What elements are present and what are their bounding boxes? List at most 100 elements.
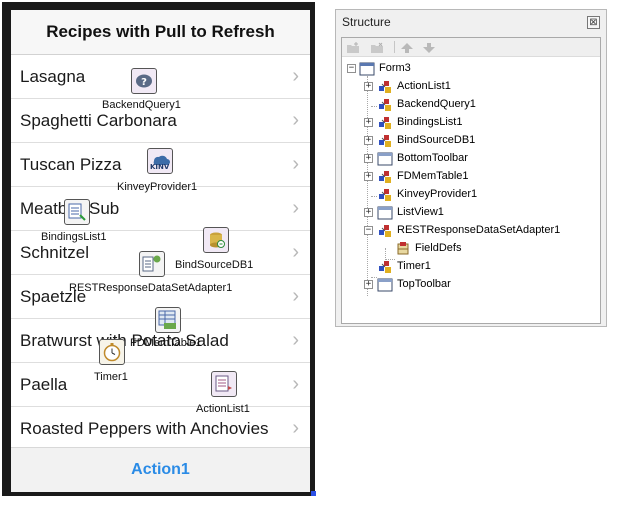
list-item[interactable]: Roasted Peppers with Anchovies › <box>11 407 310 451</box>
arrow-down-icon[interactable] <box>422 41 436 53</box>
list-item-label: Roasted Peppers with Anchovies <box>20 419 269 438</box>
list-item[interactable]: Meatball Sub › <box>11 187 310 231</box>
selection-handle[interactable] <box>311 491 316 496</box>
tree-node-label: FDMemTable1 <box>397 170 469 182</box>
tree-node-fielddefs[interactable]: FieldDefs <box>342 240 600 258</box>
svg-text:?: ? <box>141 77 147 88</box>
tree-node-label: ListView1 <box>397 206 444 218</box>
component-label: BindingsList1 <box>41 231 107 243</box>
kinvey-badge: KINV <box>150 163 170 171</box>
action1-button[interactable]: Action1 <box>11 461 310 479</box>
chevron-right-icon: › <box>292 417 299 439</box>
list-item-label: Tuscan Pizza <box>20 155 122 174</box>
structure-pane: Structure ⊠ − Form3 + ActionList1 Backen… <box>335 9 607 327</box>
control-icon <box>377 151 393 167</box>
expand-toggle[interactable]: + <box>364 280 373 289</box>
structure-toolbar <box>342 38 600 57</box>
tree-node-label: FieldDefs <box>415 242 462 254</box>
expand-toggle[interactable]: + <box>364 82 373 91</box>
component-label: KinveyProvider1 <box>117 181 198 193</box>
rest-adapter-icon <box>139 251 165 277</box>
component-label: BackendQuery1 <box>102 99 181 111</box>
component-icon <box>377 79 393 95</box>
memtable-icon <box>155 307 181 333</box>
chevron-right-icon: › <box>292 373 299 395</box>
expand-toggle[interactable]: + <box>364 172 373 181</box>
component-icon <box>377 133 393 149</box>
tree-node-fdmemtable1[interactable]: + FDMemTable1 <box>342 168 600 186</box>
component-label: BindSourceDB1 <box>175 259 254 271</box>
tree-node-toptoolbar[interactable]: + TopToolbar <box>342 276 600 294</box>
expand-toggle[interactable]: + <box>364 118 373 127</box>
tree-node-label: TopToolbar <box>397 278 451 290</box>
close-icon[interactable]: ⊠ <box>587 16 600 29</box>
tree-node-label: Timer1 <box>397 260 431 272</box>
chevron-right-icon: › <box>292 329 299 351</box>
structure-title: Structure <box>342 15 391 29</box>
chevron-right-icon: › <box>292 65 299 87</box>
tree-node-label: RESTResponseDataSetAdapter1 <box>397 224 561 236</box>
component-label: Timer1 <box>94 371 128 383</box>
expand-toggle[interactable]: − <box>364 226 373 235</box>
bindings-list-icon <box>64 199 90 225</box>
tree-node-label: BindSourceDB1 <box>397 134 476 146</box>
list-item[interactable]: Paella › <box>11 363 310 407</box>
tree-node-restresponsedatasetadapter1[interactable]: − RESTResponseDataSetAdapter1 <box>342 222 600 240</box>
component-icon <box>377 169 393 185</box>
toolbar-separator <box>394 41 395 53</box>
chevron-right-icon: › <box>292 197 299 219</box>
list-item-label: Lasagna <box>20 67 86 86</box>
stopwatch-icon <box>99 339 125 365</box>
component-icon <box>377 259 393 275</box>
action-list-icon <box>211 371 237 397</box>
component-icon <box>377 187 393 203</box>
cloud-icon: KINV <box>147 148 173 174</box>
bind-source-icon <box>203 227 229 253</box>
new-folder-icon[interactable] <box>346 41 360 53</box>
tree-node-label: Form3 <box>379 62 411 74</box>
tree-node-label: KinveyProvider1 <box>397 188 478 200</box>
arrow-up-icon[interactable] <box>400 41 414 53</box>
component-label: FDMemTable1 <box>130 337 202 349</box>
tree-node-bindingslist1[interactable]: + BindingsList1 <box>342 114 600 132</box>
chevron-right-icon: › <box>292 153 299 175</box>
tree-node-label: BottomToolbar <box>397 152 468 164</box>
folder-remove-icon[interactable] <box>370 41 384 53</box>
control-icon <box>377 205 393 221</box>
tree-node-label: BindingsList1 <box>397 116 463 128</box>
database-query-icon: ? <box>131 68 157 94</box>
tree-node-listview1[interactable]: + ListView1 <box>342 204 600 222</box>
expand-toggle[interactable]: + <box>364 136 373 145</box>
tree-node-bottomtoolbar[interactable]: + BottomToolbar <box>342 150 600 168</box>
tree-node-backendquery1[interactable]: BackendQuery1 <box>342 96 600 114</box>
bottom-toolbar[interactable]: Action1 <box>11 447 310 492</box>
tree-node-actionlist1[interactable]: + ActionList1 <box>342 78 600 96</box>
list-item-label: Schnitzel <box>20 243 89 262</box>
structure-tree-panel: − Form3 + ActionList1 BackendQuery1 + Bindin… <box>341 37 601 324</box>
chevron-right-icon: › <box>292 285 299 307</box>
expand-toggle[interactable]: + <box>364 208 373 217</box>
list-item-label: Paella <box>20 375 68 394</box>
fielddefs-icon <box>395 241 411 257</box>
component-icon <box>377 223 393 239</box>
chevron-right-icon: › <box>292 109 299 131</box>
tree-node-label: ActionList1 <box>397 80 451 92</box>
expand-toggle[interactable]: + <box>364 154 373 163</box>
tree-node-form3[interactable]: − Form3 <box>342 60 600 78</box>
tree-node-timer1[interactable]: Timer1 <box>342 258 600 276</box>
form-designer[interactable]: Recipes with Pull to Refresh Lasagna › Sp… <box>2 2 316 496</box>
component-label: ActionList1 <box>196 403 250 415</box>
form3-surface[interactable]: Recipes with Pull to Refresh Lasagna › Sp… <box>11 10 310 492</box>
component-icon <box>377 115 393 131</box>
tree-node-kinveyprovider1[interactable]: KinveyProvider1 <box>342 186 600 204</box>
collapse-toggle[interactable]: − <box>347 64 356 73</box>
chevron-right-icon: › <box>292 241 299 263</box>
tree-node-label: BackendQuery1 <box>397 98 476 110</box>
list-item[interactable]: Lasagna › <box>11 55 310 99</box>
tree-node-bindsourcedb1[interactable]: + BindSourceDB1 <box>342 132 600 150</box>
list-item-label: Spaghetti Carbonara <box>20 111 177 130</box>
top-toolbar[interactable]: Recipes with Pull to Refresh <box>11 10 310 55</box>
control-icon <box>377 277 393 293</box>
form-title: Recipes with Pull to Refresh <box>46 22 275 41</box>
component-label: RESTResponseDataSetAdapter1 <box>69 282 233 294</box>
